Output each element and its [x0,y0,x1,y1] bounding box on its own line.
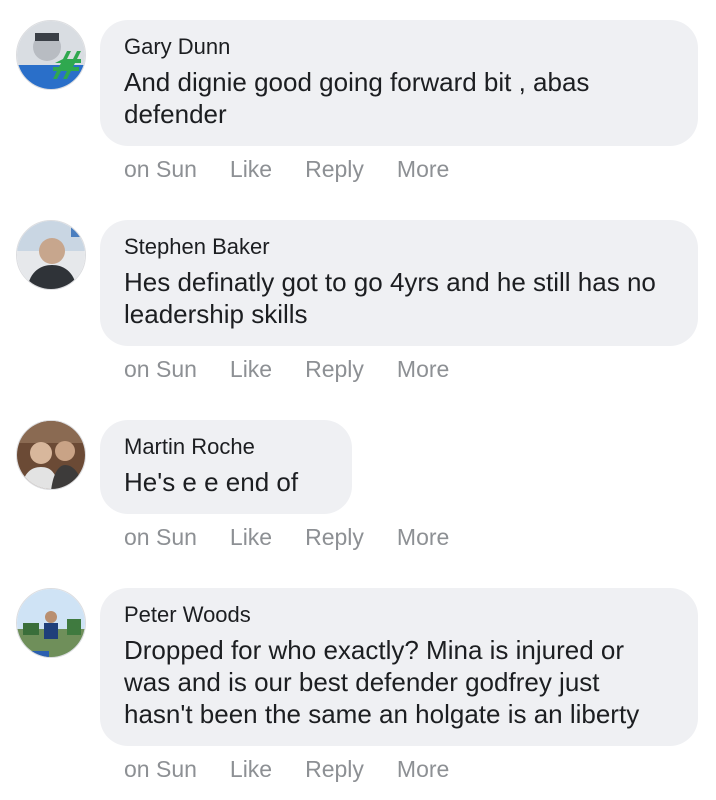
comment-actions: on Sun Like Reply More [124,524,482,551]
comment-bubble: Stephen Baker Hes definatly got to go 4y… [100,220,698,346]
comment-author[interactable]: Gary Dunn [124,34,674,60]
comment-bubble: Gary Dunn And dignie good going forward … [100,20,698,146]
comment-time[interactable]: on Sun [124,756,197,783]
like-button[interactable]: Like [230,356,272,383]
avatar[interactable] [16,588,86,658]
comment-actions: on Sun Like Reply More [124,156,482,183]
reply-button[interactable]: Reply [305,524,364,551]
comment-actions: on Sun Like Reply More [124,356,482,383]
reply-button[interactable]: Reply [305,756,364,783]
more-button[interactable]: More [397,156,449,183]
comment-author[interactable]: Stephen Baker [124,234,674,260]
like-button[interactable]: Like [230,756,272,783]
comment-text: He's e e end of [124,467,299,497]
more-button[interactable]: More [397,356,449,383]
comment-time[interactable]: on Sun [124,356,197,383]
more-button[interactable]: More [397,756,449,783]
reply-button[interactable]: Reply [305,356,364,383]
more-button[interactable]: More [397,524,449,551]
comment-text: Dropped for who exactly? Mina is injured… [124,635,640,729]
comment-bubble: Martin Roche He's e e end of [100,420,352,514]
comment-time[interactable]: on Sun [124,156,197,183]
avatar-image [17,589,85,657]
comment-text: Hes definatly got to go 4yrs and he stil… [124,267,656,329]
reply-button[interactable]: Reply [305,156,364,183]
comment-actions: on Sun Like Reply More [124,756,482,783]
avatar[interactable] [16,20,86,90]
comment-bubble: Peter Woods Dropped for who exactly? Min… [100,588,698,746]
comment-author[interactable]: Martin Roche [124,434,328,460]
comment-author[interactable]: Peter Woods [124,602,674,628]
avatar[interactable] [16,220,86,290]
like-button[interactable]: Like [230,156,272,183]
comment-time[interactable]: on Sun [124,524,197,551]
comment-text: And dignie good going forward bit , abas… [124,67,590,129]
avatar-image [17,221,85,289]
avatar[interactable] [16,420,86,490]
avatar-image [17,421,85,489]
like-button[interactable]: Like [230,524,272,551]
avatar-image [17,21,85,89]
